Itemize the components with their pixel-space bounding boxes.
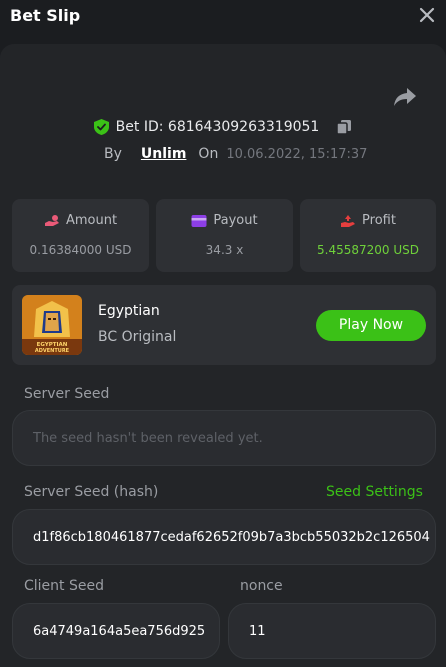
game-provider: BC Original [98, 329, 177, 345]
stat-payout: Payout 34.3 x [156, 199, 293, 272]
stat-amount-label: Amount [65, 213, 118, 228]
client-seed-field[interactable]: 6a4749a164a5ea756d925 [12, 603, 220, 659]
verified-shield-icon [93, 119, 109, 135]
stat-profit-label: Profit [362, 213, 396, 228]
stat-profit-value: 5.45587200 USD [317, 243, 419, 257]
user-link[interactable]: Unlim [141, 146, 187, 162]
bet-date: 10.06.2022, 15:17:37 [226, 146, 368, 162]
coins-hand-icon [44, 214, 59, 226]
game-card: EGYPTIAN ADVENTURE Egyptian BC Original … [12, 285, 436, 365]
by-label: By [104, 146, 122, 162]
server-seed-field[interactable]: The seed hasn't been revealed yet. [12, 410, 436, 466]
stat-amount-value: 0.16384000 USD [29, 243, 132, 257]
bet-author-row: By Unlim On 10.06.2022, 15:17:37 [104, 144, 367, 164]
play-now-button[interactable]: Play Now [316, 310, 426, 341]
server-seed-hash-label: Server Seed (hash) [24, 484, 159, 500]
profit-hand-icon [341, 214, 356, 227]
game-thumbnail[interactable]: EGYPTIAN ADVENTURE [22, 295, 82, 355]
bet-id: Bet ID: 68164309263319051 [115, 119, 320, 135]
server-seed-hash-field[interactable]: d1f86cb180461877cedaf62652f09b7a3bcb5503… [12, 509, 436, 565]
header: Bet Slip [0, 0, 446, 44]
page-title: Bet Slip [10, 6, 81, 25]
stat-payout-value: 34.3 x [205, 243, 244, 257]
bet-id-row: Bet ID: 68164309263319051 [0, 116, 446, 138]
copy-icon[interactable] [336, 119, 352, 135]
close-icon[interactable] [416, 4, 438, 26]
svg-text:ADVENTURE: ADVENTURE [35, 348, 70, 354]
stat-amount: Amount 0.16384000 USD [12, 199, 149, 272]
game-name: Egyptian [98, 303, 160, 319]
pharaoh-image-icon: EGYPTIAN ADVENTURE [22, 295, 82, 355]
nonce-field[interactable]: 11 [228, 603, 436, 659]
nonce-label: nonce [240, 578, 283, 594]
on-label: On [198, 146, 219, 162]
share-icon[interactable] [393, 86, 417, 108]
seed-settings-link[interactable]: Seed Settings [326, 484, 423, 500]
client-seed-label: Client Seed [24, 578, 104, 594]
stat-payout-label: Payout [213, 213, 258, 228]
card-icon [191, 214, 207, 227]
stat-profit: Profit 5.45587200 USD [300, 199, 436, 272]
server-seed-label: Server Seed [24, 386, 110, 402]
